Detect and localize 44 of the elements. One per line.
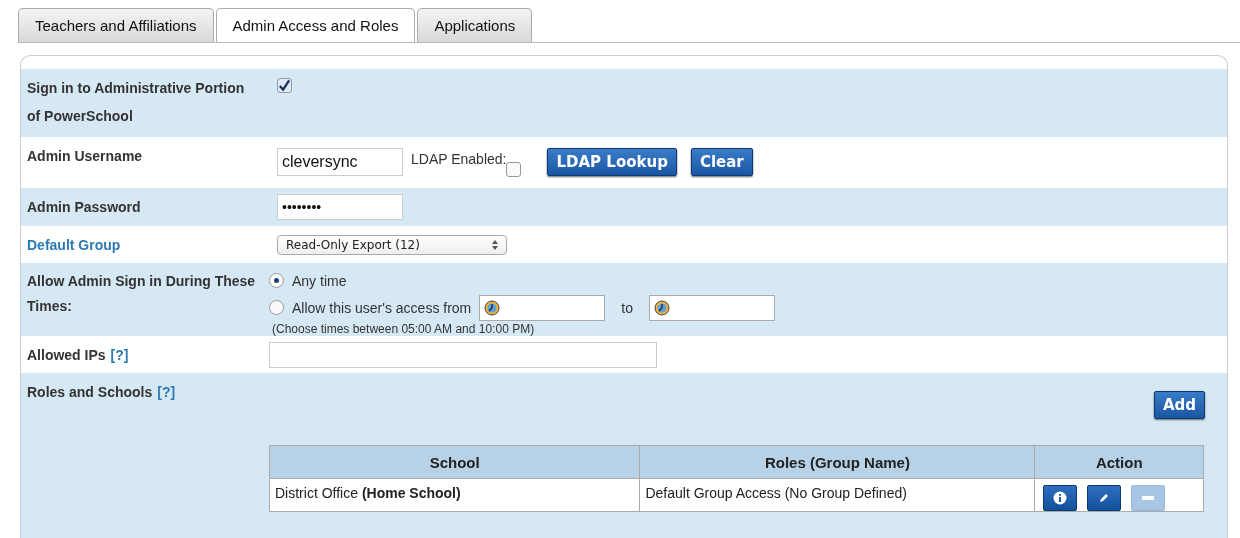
to-label: to [621,299,633,316]
time-field[interactable] [648,294,775,321]
radio-button[interactable] [269,300,284,315]
pencil-icon [1098,492,1111,504]
ips-field[interactable] [269,341,657,368]
minus-icon [1142,496,1155,500]
option-label: Any time [292,272,347,289]
tab[interactable]: Teachers and Affiliations [18,8,214,42]
hint-text: (Choose times between 05:00 AM and 10:00 PM) [271,322,536,336]
field-label: Allow Admin Sign in During These Times: [26,272,257,316]
tab[interactable]: Admin Access and Roles [215,8,416,42]
clock-icon [653,299,670,316]
clock-icon [484,299,501,316]
field-label: Roles and Schools [27,383,153,402]
field-label: Allowed IPs [27,346,106,365]
tab[interactable]: Applications [417,8,533,42]
help-link[interactable]: [?] [110,345,129,365]
info-icon [1053,491,1068,505]
clear-button[interactable]: Clear [690,148,753,176]
updown-icon [492,239,498,250]
help-link[interactable]: [?] [157,382,176,402]
time-field[interactable] [479,294,606,321]
radio-button[interactable] [269,273,284,288]
ldap-label: LDAP Enabled: [411,151,507,167]
ldap-lookup-button[interactable]: LDAP Lookup [547,148,677,176]
group-select[interactable]: Read-Only Export (12) [277,234,507,255]
add-button[interactable]: Add [1153,391,1205,419]
table-cell: Default Group Access (No Group Defined) [639,478,1035,512]
option-label: Allow this user's access from [292,299,472,316]
username-field[interactable]: cleversync [277,148,403,176]
column-header: Action [1034,445,1204,479]
field-label: Sign in to Administrative Portion of PowerSchool [26,79,246,126]
column-header: Roles (Group Name) [639,445,1035,479]
checkmark-icon [278,78,291,93]
password-field[interactable]: •••••••• [277,194,403,220]
column-header: School [269,445,640,479]
field-link[interactable]: Default Group [27,235,121,255]
field-label: Admin Password [26,198,142,217]
edit-button[interactable] [1087,485,1122,511]
field-label: Admin Username [26,147,144,166]
table-cell: District Office (Home School) [269,478,640,512]
info-button[interactable] [1043,485,1078,511]
checkbox[interactable] [277,78,292,93]
checkbox[interactable] [506,162,522,177]
